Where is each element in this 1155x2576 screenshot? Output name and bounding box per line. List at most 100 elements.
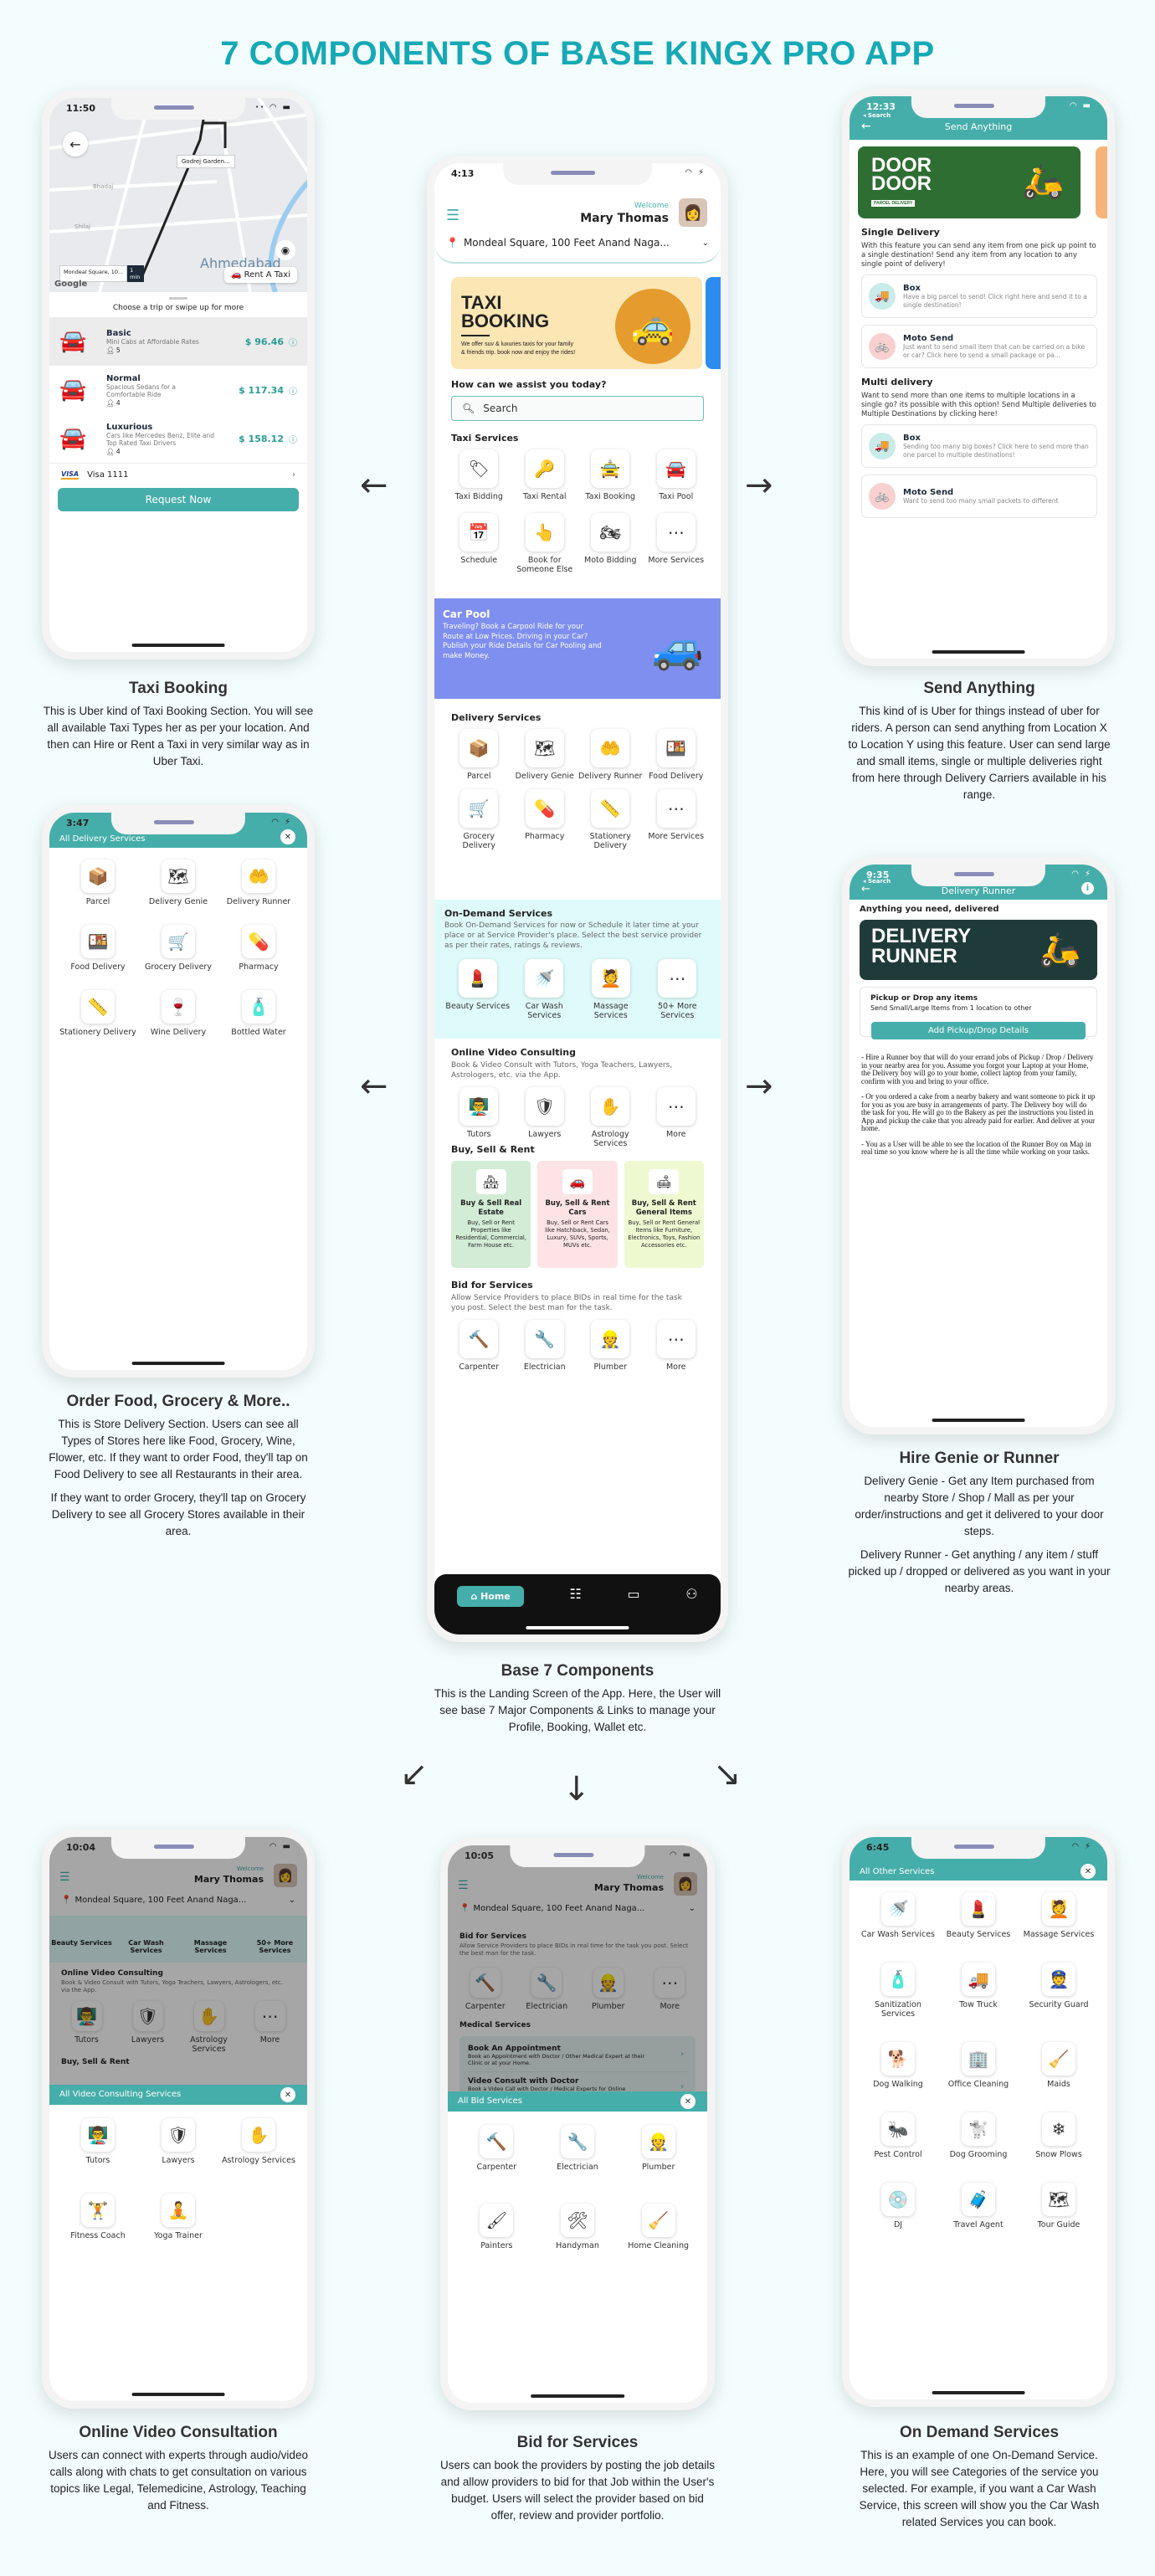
taxi-option-normal[interactable]: 🚘 Normal Spacious Sedans for a Comfortable…: [49, 366, 307, 414]
service-tile-pest-control[interactable]: 🐜 Pest Control: [858, 2112, 938, 2159]
service-tile-food-delivery[interactable]: 🍱 Food Delivery: [58, 925, 138, 972]
add-pickup-drop-button[interactable]: Add Pickup/Drop Details: [871, 1022, 1086, 1039]
next-banner-peek[interactable]: [706, 277, 721, 369]
taxi-booking-banner[interactable]: TAXI BOOKING We offer suv & luxuries tax…: [451, 277, 702, 369]
menu-icon[interactable]: ☰: [446, 207, 459, 224]
service-tile-tour-guide[interactable]: 🗺 Tour Guide: [1019, 2183, 1099, 2230]
service-tile-plumber[interactable]: 👷 Plumber: [618, 2125, 699, 2172]
send-option-box[interactable]: 🚚 Box Have a big parcel to send! Click rig…: [861, 275, 1097, 318]
service-tile-lawyers[interactable]: 🛡 Lawyers: [138, 2118, 218, 2165]
service-tile-travel-agent[interactable]: 🧳 Travel Agent: [938, 2183, 1019, 2230]
nav-home[interactable]: ⌂ Home: [457, 1586, 524, 1607]
service-tile-lawyers[interactable]: 🛡 Lawyers: [512, 1087, 578, 1148]
close-button[interactable]: ✕: [280, 2087, 295, 2102]
info-icon[interactable]: ⓘ: [289, 384, 297, 397]
service-tile-taxi-pool[interactable]: 🚘 Taxi Pool: [644, 449, 710, 501]
service-tile-tutors[interactable]: 👨‍🏫 Tutors: [58, 2118, 138, 2165]
service-tile-carpenter[interactable]: 🔨 Carpenter: [456, 2125, 537, 2172]
service-tile-yoga-trainer[interactable]: 🧘 Yoga Trainer: [138, 2194, 218, 2240]
carpool-banner[interactable]: Car Pool Traveling? Book a Carpool Ride …: [434, 598, 721, 699]
location-selector[interactable]: 📍 Mondeal Square, 100 Feet Anand Naga...…: [446, 237, 709, 249]
service-tile-electrician[interactable]: 🔧 Electrician: [537, 2125, 619, 2172]
locate-me-button[interactable]: ◉: [275, 240, 295, 260]
map[interactable]: ← Godrej Garden... Bhadaj Shilaj Ahmedab…: [49, 98, 307, 292]
service-tile-stationery-delivery[interactable]: 📏 Stationery Delivery: [578, 789, 644, 850]
service-tile-carpenter[interactable]: 🔨 Carpenter: [446, 1320, 512, 1372]
send-option-box[interactable]: 🚚 Box Sending too many big boxes? Click he…: [861, 424, 1097, 468]
nav-bookings-icon[interactable]: ☷: [569, 1586, 581, 1602]
service-tile-wine-delivery[interactable]: 🍷 Wine Delivery: [138, 990, 218, 1037]
service-tile-home-cleaning[interactable]: 🧹 Home Cleaning: [618, 2204, 699, 2250]
taxi-option-luxurious[interactable]: 🚘 Luxurious Cars like Mercedes Benz, Elite…: [49, 414, 307, 463]
service-tile-moto-bidding[interactable]: 🏍 Moto Bidding: [578, 513, 644, 574]
close-button[interactable]: ✕: [280, 829, 295, 844]
avatar[interactable]: 👩: [679, 198, 707, 227]
service-tile-grocery-delivery[interactable]: 🛒 Grocery Delivery: [138, 925, 218, 972]
send-option-moto-send[interactable]: 🚲 Moto Send Want to send too many small pa…: [861, 475, 1097, 518]
back-button[interactable]: ←: [63, 131, 88, 157]
service-tile-delivery-runner[interactable]: 🤲 Delivery Runner: [578, 729, 644, 781]
search-input[interactable]: 🔍︎ Search: [451, 396, 704, 421]
next-banner-peek[interactable]: [1096, 146, 1107, 218]
payment-method[interactable]: VISA Visa 1111 ›: [49, 463, 307, 486]
service-tile-handyman[interactable]: 🛠 Handyman: [537, 2204, 619, 2250]
service-tile-stationery-delivery[interactable]: 📏 Stationery Delivery: [58, 990, 138, 1037]
service-tile-electrician[interactable]: 🔧 Electrician: [512, 1320, 578, 1372]
dim-overlay[interactable]: [448, 1845, 707, 2091]
service-tile-beauty-services[interactable]: 💄 Beauty Services: [444, 959, 511, 1020]
drag-handle[interactable]: [169, 297, 187, 300]
taxi-option-basic[interactable]: 🚘 Basic Mini Cabs at Affordable Rates 👤︎ 5 $…: [49, 317, 307, 366]
service-tile-more[interactable]: ⋯ More: [644, 1087, 710, 1148]
service-tile-50-more-services[interactable]: ⋯ 50+ More Services: [644, 959, 711, 1020]
delivery-runner-banner[interactable]: DELIVERY RUNNER 🛵: [860, 920, 1097, 980]
service-tile-more[interactable]: ⋯ More: [644, 1320, 710, 1372]
nav-wallet-icon[interactable]: ▭: [627, 1586, 639, 1602]
service-tile-dog-grooming[interactable]: 🐩 Dog Grooming: [938, 2112, 1019, 2159]
service-tile-taxi-booking[interactable]: 🚖 Taxi Booking: [578, 449, 644, 501]
service-tile-massage-services[interactable]: 💆 Massage Services: [1019, 1892, 1099, 1939]
rent-taxi-button[interactable]: 🚗 Rent A Taxi: [223, 267, 297, 283]
service-tile-beauty-services[interactable]: 💄 Beauty Services: [938, 1892, 1019, 1939]
service-tile-tow-truck[interactable]: 🚚 Tow Truck: [938, 1963, 1019, 2019]
nav-profile-icon[interactable]: ⚇: [685, 1586, 697, 1602]
service-tile-book-for-someone-else[interactable]: 👆 Book for Someone Else: [512, 513, 578, 574]
request-now-button[interactable]: Request Now: [58, 488, 299, 511]
service-tile-astrology-services[interactable]: ✋ Astrology Services: [218, 2118, 299, 2165]
door-to-door-banner[interactable]: DOOR DOOR PARCEL DELIVERY 🛵: [858, 146, 1081, 218]
service-tile-tutors[interactable]: 👨‍🏫 Tutors: [446, 1087, 512, 1148]
info-icon[interactable]: ⓘ: [289, 433, 297, 445]
service-tile-painters[interactable]: 🖌 Painters: [456, 2204, 537, 2250]
service-tile-grocery-delivery[interactable]: 🛒 Grocery Delivery: [446, 789, 512, 850]
info-icon[interactable]: i: [1081, 882, 1094, 895]
service-tile-food-delivery[interactable]: 🍱 Food Delivery: [644, 729, 710, 781]
service-tile-pharmacy[interactable]: 💊 Pharmacy: [218, 925, 299, 972]
service-tile-delivery-genie[interactable]: 🗺 Delivery Genie: [138, 860, 218, 906]
service-tile-parcel[interactable]: 📦 Parcel: [446, 729, 512, 781]
service-tile-schedule[interactable]: 📅 Schedule: [446, 513, 512, 574]
bsr-card-1[interactable]: 🚗 Buy, Sell & Rent Cars Buy, Sell or Rent …: [537, 1161, 618, 1268]
service-tile-car-wash-services[interactable]: 🚿 Car Wash Services: [511, 959, 578, 1020]
service-tile-taxi-rental[interactable]: 🔑 Taxi Rental: [512, 449, 578, 501]
service-tile-bottled-water[interactable]: 🧴 Bottled Water: [218, 990, 299, 1037]
service-tile-dog-walking[interactable]: 🐕 Dog Walking: [858, 2042, 938, 2089]
service-tile-pharmacy[interactable]: 💊 Pharmacy: [512, 789, 578, 850]
bsr-card-2[interactable]: 🛋 Buy, Sell & Rent General Items Buy, Sell…: [624, 1161, 704, 1268]
close-button[interactable]: ✕: [680, 2094, 696, 2109]
service-tile-security-guard[interactable]: 👮 Security Guard: [1019, 1963, 1099, 2019]
service-tile-sanitization-services[interactable]: 🧴 Sanitization Services: [858, 1963, 938, 2019]
service-tile-parcel[interactable]: 📦 Parcel: [58, 860, 138, 906]
service-tile-delivery-genie[interactable]: 🗺 Delivery Genie: [512, 729, 578, 781]
send-option-moto-send[interactable]: 🚲 Moto Send Just want to send small item t…: [861, 325, 1097, 368]
service-tile-office-cleaning[interactable]: 🏢 Office Cleaning: [938, 2042, 1019, 2089]
service-tile-dj[interactable]: 💿 DJ: [858, 2183, 938, 2230]
service-tile-snow-plows[interactable]: ❄ Snow Plows: [1019, 2112, 1099, 2159]
service-tile-more-services[interactable]: ⋯ More Services: [644, 513, 710, 574]
service-tile-plumber[interactable]: 👷 Plumber: [578, 1320, 644, 1372]
service-tile-car-wash-services[interactable]: 🚿 Car Wash Services: [858, 1892, 938, 1939]
close-button[interactable]: ✕: [1081, 1864, 1096, 1879]
info-icon[interactable]: ⓘ: [289, 336, 297, 348]
bsr-card-0[interactable]: 🏘 Buy & Sell Real Estate Buy, Sell or Rent…: [451, 1161, 531, 1268]
service-tile-astrology-services[interactable]: ✋ Astrology Services: [578, 1087, 644, 1148]
service-tile-more-services[interactable]: ⋯ More Services: [644, 789, 710, 850]
dim-overlay[interactable]: [49, 1837, 307, 2085]
